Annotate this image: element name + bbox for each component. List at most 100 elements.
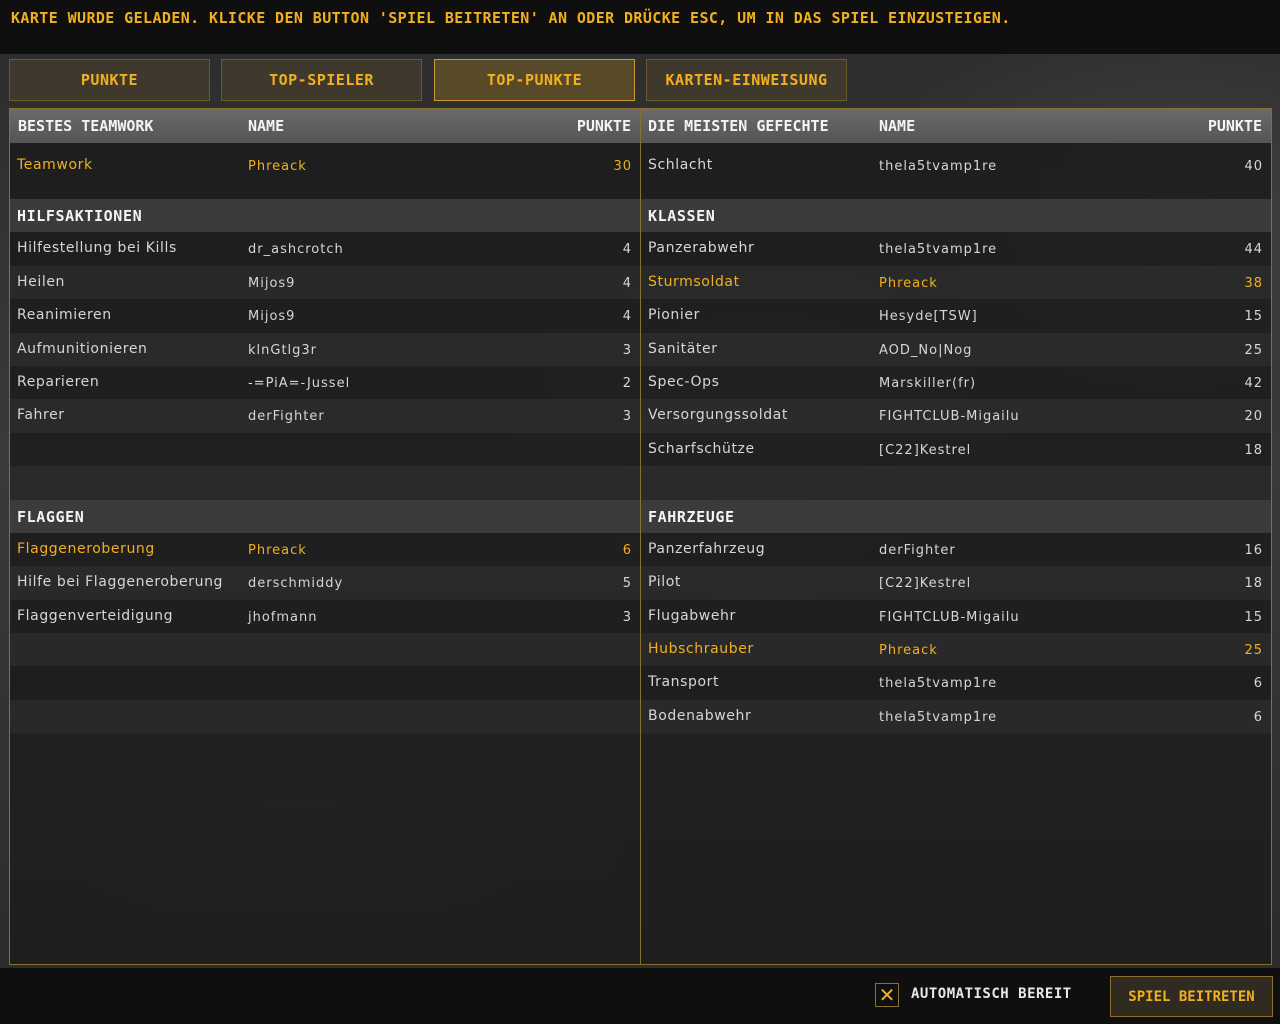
- stat-category: Panzerabwehr: [648, 240, 755, 257]
- stat-category: Teamwork: [17, 157, 93, 173]
- player-name: Marskiller(fr): [879, 375, 977, 391]
- player-name: Mijos9: [248, 275, 296, 291]
- stat-category: Pionier: [648, 307, 700, 324]
- player-name: derFighter: [248, 409, 325, 425]
- stat-points: 44: [1244, 242, 1263, 258]
- tab-top-punkte[interactable]: TOP-PUNKTE: [434, 59, 635, 101]
- player-name: Phreack: [248, 542, 307, 558]
- stat-row: Reanimieren Mijos9 4: [10, 299, 640, 333]
- stat-row: Transport thela5tvamp1re 6: [641, 666, 1271, 700]
- stat-row: Pilot [C22]Kestrel 18: [641, 566, 1271, 600]
- empty-row: [641, 466, 1271, 500]
- player-name: Phreack: [248, 159, 307, 174]
- empty-row: [10, 699, 640, 734]
- empty-row: [10, 666, 640, 700]
- stat-points: 3: [622, 609, 632, 625]
- header-category: DIE MEISTEN GEFECHTE: [648, 117, 829, 135]
- stat-row: Panzerfahrzeug derFighter 16: [641, 532, 1271, 567]
- stat-row: Bodenabwehr thela5tvamp1re 6: [641, 699, 1271, 734]
- player-name: Mijos9: [248, 309, 296, 325]
- stat-points: 25: [1244, 643, 1263, 659]
- stat-category: Spec-Ops: [648, 373, 720, 390]
- stat-category: Hilfe bei Flaggeneroberung: [17, 574, 224, 591]
- tab-karten-einweisung[interactable]: KARTEN-EINWEISUNG: [646, 59, 847, 101]
- right-header: DIE MEISTEN GEFECHTE NAME PUNKTE: [641, 109, 1271, 143]
- join-game-button[interactable]: SPIEL BEITRETEN: [1110, 976, 1273, 1017]
- stat-category: Fahrer: [17, 407, 65, 424]
- stat-category: Flugabwehr: [648, 607, 736, 624]
- stat-points: 42: [1244, 375, 1263, 391]
- stat-points: 6: [622, 542, 632, 558]
- header-category: BESTES TEAMWORK: [18, 117, 154, 135]
- stat-category: Flaggenverteidigung: [17, 607, 174, 624]
- player-name: -=PiA=-Jussel: [248, 375, 351, 391]
- left-header: BESTES TEAMWORK NAME PUNKTE: [10, 109, 640, 143]
- top-stat-row: Teamwork Phreack 30: [10, 143, 640, 199]
- bottom-bar: [0, 968, 1280, 1024]
- stat-row: Heilen Mijos9 4: [10, 265, 640, 300]
- auto-ready-label: AUTOMATISCH BEREIT: [911, 986, 1072, 1002]
- stat-points: 3: [622, 342, 632, 358]
- stat-row: Aufmunitionieren klnGtlg3r 3: [10, 332, 640, 366]
- stat-row: Pionier Hesyde[TSW] 15: [641, 299, 1271, 333]
- section-header: FLAGGEN: [10, 499, 640, 533]
- empty-row: [10, 633, 640, 667]
- stat-row: Flaggenverteidigung jhofmann 3: [10, 599, 640, 634]
- stat-category: Reanimieren: [17, 307, 112, 324]
- stat-points: 4: [622, 242, 632, 258]
- player-name: klnGtlg3r: [248, 342, 318, 358]
- stat-row: Flugabwehr FIGHTCLUB-Migailu 15: [641, 599, 1271, 634]
- player-name: thela5tvamp1re: [879, 676, 998, 692]
- stat-points: 25: [1244, 342, 1263, 358]
- stat-category: Sturmsoldat: [648, 273, 740, 290]
- stat-category: Schlacht: [648, 157, 713, 173]
- header-points: PUNKTE: [576, 117, 631, 135]
- stat-category: Heilen: [17, 273, 66, 290]
- stat-row: Hilfe bei Flaggeneroberung derschmiddy 5: [10, 566, 640, 600]
- empty-row: [10, 466, 640, 500]
- player-name: derFighter: [879, 542, 956, 558]
- stat-row: Hilfestellung bei Kills dr_ashcrotch 4: [10, 232, 640, 266]
- player-name: AOD_No|Nog: [879, 342, 973, 358]
- stat-row: Panzerabwehr thela5tvamp1re 44: [641, 232, 1271, 266]
- stat-category: Bodenabwehr: [648, 707, 752, 724]
- stat-row: Sanitäter AOD_No|Nog 25: [641, 332, 1271, 366]
- player-name: FIGHTCLUB-Migailu: [879, 609, 1020, 625]
- section-header: HILFSAKTIONEN: [10, 199, 640, 233]
- stat-category: Hubschrauber: [648, 641, 754, 658]
- player-name: derschmiddy: [248, 576, 344, 592]
- load-message: KARTE WURDE GELADEN. KLICKE DEN BUTTON '…: [11, 9, 1011, 27]
- stat-points: 15: [1244, 609, 1263, 625]
- stat-row: Sturmsoldat Phreack 38: [641, 265, 1271, 300]
- player-name: FIGHTCLUB-Migailu: [879, 409, 1020, 425]
- section-header: KLASSEN: [641, 199, 1271, 233]
- left-column: BESTES TEAMWORK NAME PUNKTE Teamwork Phre…: [10, 109, 640, 734]
- section-title: HILFSAKTIONEN: [17, 207, 143, 225]
- stat-row: Flaggeneroberung Phreack 6: [10, 532, 640, 567]
- stat-category: Transport: [648, 674, 720, 691]
- tab-top-spieler[interactable]: TOP-SPIELER: [221, 59, 422, 101]
- stat-category: Sanitäter: [648, 340, 718, 357]
- stat-points: 15: [1244, 309, 1263, 325]
- player-name: thela5tvamp1re: [879, 709, 998, 725]
- section-header: FAHRZEUGE: [641, 499, 1271, 533]
- player-name: Phreack: [879, 643, 938, 659]
- section-title: KLASSEN: [648, 207, 716, 225]
- section-title: FAHRZEUGE: [648, 507, 735, 526]
- stat-category: Pilot: [648, 574, 681, 591]
- stat-category: Panzerfahrzeug: [648, 540, 766, 557]
- auto-ready-checkbox[interactable]: ✕: [875, 983, 899, 1007]
- stat-row: Hubschrauber Phreack 25: [641, 633, 1271, 667]
- stat-category: Flaggeneroberung: [17, 540, 155, 557]
- stat-category: Scharfschütze: [648, 440, 755, 457]
- player-name: Hesyde[TSW]: [879, 309, 978, 325]
- tab-punkte[interactable]: PUNKTE: [9, 59, 210, 101]
- player-name: [C22]Kestrel: [879, 576, 972, 592]
- player-name: thela5tvamp1re: [879, 242, 998, 258]
- stat-points: 20: [1244, 409, 1263, 425]
- stat-points: 38: [1244, 275, 1263, 291]
- header-points: PUNKTE: [1207, 117, 1262, 135]
- stat-category: Reparieren: [17, 373, 100, 390]
- player-name: Phreack: [879, 275, 938, 291]
- stat-points: 40: [1244, 159, 1263, 174]
